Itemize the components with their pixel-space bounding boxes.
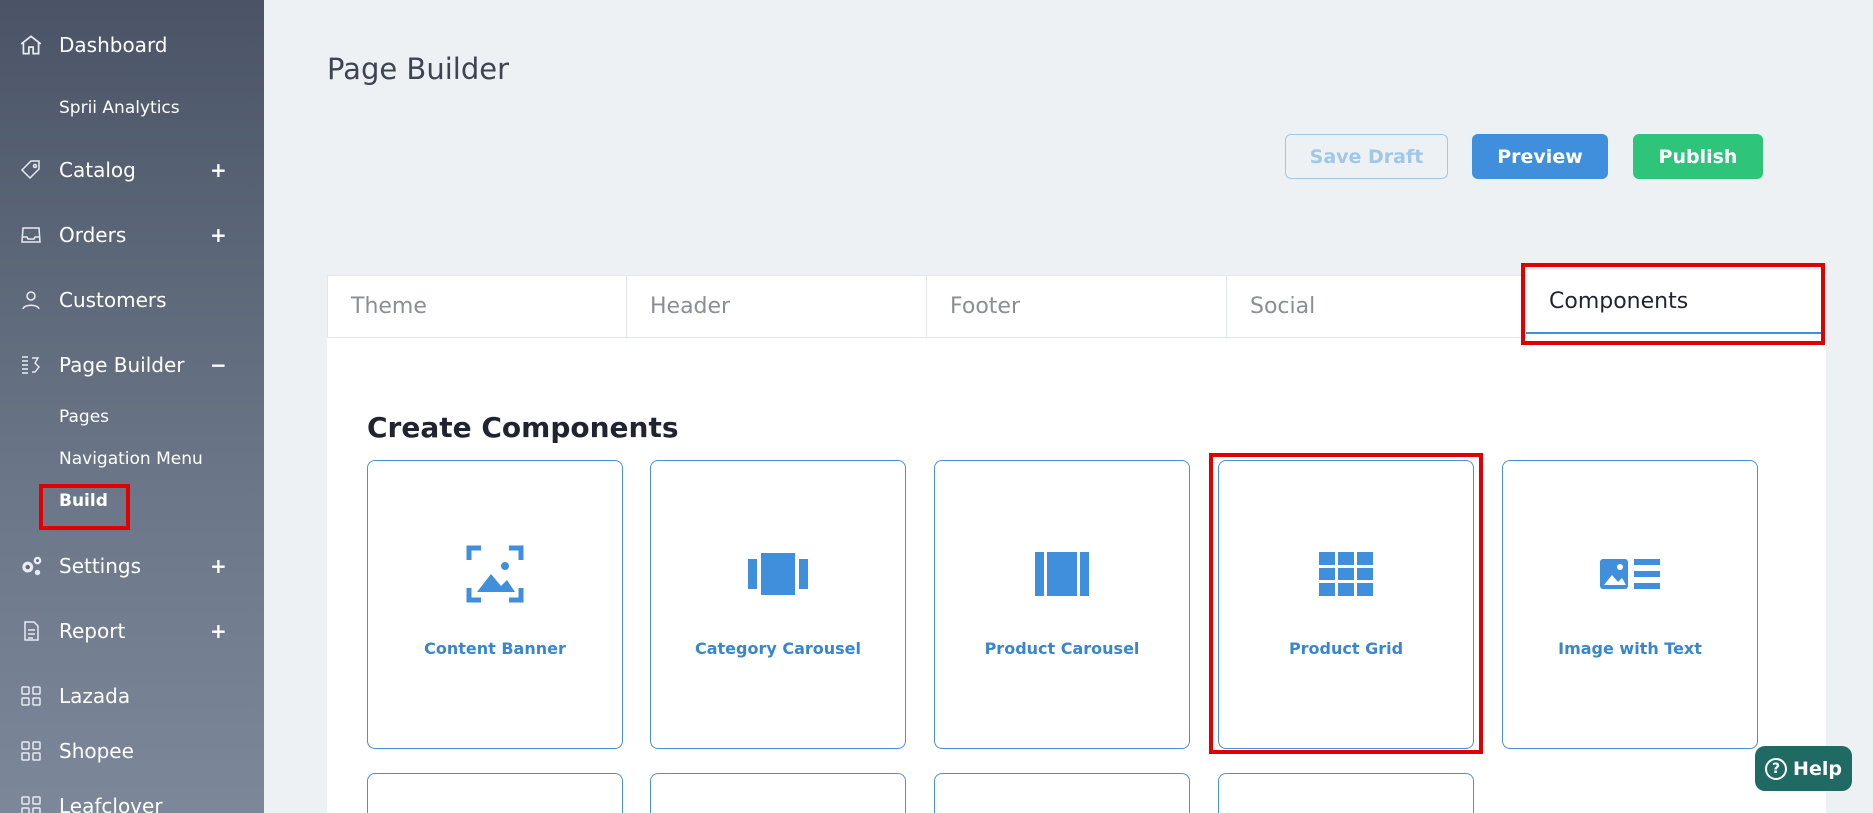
sidebar: Dashboard Sprii Analytics Catalog + Orde… (0, 0, 264, 813)
expand-icon[interactable]: + (210, 158, 227, 182)
grid-icon (18, 793, 44, 813)
expand-icon[interactable]: + (210, 223, 227, 247)
nav-settings-label: Settings (59, 554, 142, 578)
image-text-icon (1503, 543, 1757, 605)
carousel-icon (651, 543, 905, 605)
component-card[interactable] (934, 773, 1190, 813)
nav-report[interactable]: Report + (0, 611, 264, 651)
tab-footer[interactable]: Footer (926, 275, 1227, 338)
component-card[interactable] (367, 773, 623, 813)
grid-icon (18, 683, 44, 709)
nav-shopee-label: Shopee (59, 739, 134, 763)
preview-button[interactable]: Preview (1472, 134, 1608, 179)
nav-customers[interactable]: Customers (0, 280, 264, 320)
nav-catalog-label: Catalog (59, 158, 136, 182)
nav-dashboard-label: Dashboard (59, 33, 168, 57)
help-button[interactable]: ? Help (1755, 746, 1852, 791)
collapse-icon[interactable]: − (210, 353, 227, 377)
nav-orders-label: Orders (59, 223, 127, 247)
nav-shopee[interactable]: Shopee (0, 731, 264, 771)
nav-page-builder-label: Page Builder (59, 353, 185, 377)
product-carousel-card[interactable]: Product Carousel (934, 460, 1190, 749)
nav-lazada-label: Lazada (59, 684, 131, 708)
expand-icon[interactable]: + (210, 619, 227, 643)
grid-icon (18, 738, 44, 764)
highlight-box (1521, 263, 1825, 345)
home-icon (18, 32, 44, 58)
nav-pages[interactable]: Pages (59, 407, 109, 427)
nav-page-builder[interactable]: Page Builder − (0, 345, 264, 385)
nav-customers-label: Customers (59, 288, 167, 312)
nav-sprii-analytics[interactable]: Sprii Analytics (59, 98, 180, 118)
page-builder-icon (18, 352, 44, 378)
nav-lazada[interactable]: Lazada (0, 676, 264, 716)
page-title: Page Builder (327, 52, 509, 86)
question-icon: ? (1765, 757, 1788, 780)
content-banner-card[interactable]: Content Banner (367, 460, 623, 749)
nav-leafclover[interactable]: Leafclover (0, 786, 264, 813)
card-label: Image with Text (1558, 639, 1702, 658)
nav-report-label: Report (59, 619, 126, 643)
save-draft-button[interactable]: Save Draft (1285, 134, 1448, 179)
columns-icon (935, 543, 1189, 605)
card-label: Category Carousel (694, 639, 862, 658)
document-icon (18, 618, 44, 644)
image-with-text-card[interactable]: Image with Text (1502, 460, 1758, 749)
category-carousel-card[interactable]: Category Carousel (650, 460, 906, 749)
nav-settings[interactable]: Settings + (0, 546, 264, 586)
highlight-box (1209, 453, 1483, 754)
expand-icon[interactable]: + (210, 554, 227, 578)
inbox-icon (18, 222, 44, 248)
card-label: Product Carousel (984, 639, 1140, 658)
help-label: Help (1793, 757, 1842, 780)
nav-navigation-menu[interactable]: Navigation Menu (59, 449, 203, 469)
tab-header[interactable]: Header (626, 275, 927, 338)
nav-leafclover-label: Leafclover (59, 794, 163, 813)
section-title: Create Components (367, 411, 679, 444)
component-card[interactable] (1218, 773, 1474, 813)
user-icon (18, 287, 44, 313)
nav-dashboard[interactable]: Dashboard (0, 25, 264, 65)
highlight-box (39, 484, 130, 530)
card-label: Content Banner (424, 639, 566, 658)
tab-theme[interactable]: Theme (327, 275, 627, 338)
publish-button[interactable]: Publish (1633, 134, 1763, 179)
nav-orders[interactable]: Orders + (0, 215, 264, 255)
tab-social[interactable]: Social (1226, 275, 1526, 338)
image-frame-icon (368, 543, 622, 605)
component-card[interactable] (650, 773, 906, 813)
gears-icon (18, 553, 44, 579)
tag-icon (18, 157, 44, 183)
nav-catalog[interactable]: Catalog + (0, 150, 264, 190)
